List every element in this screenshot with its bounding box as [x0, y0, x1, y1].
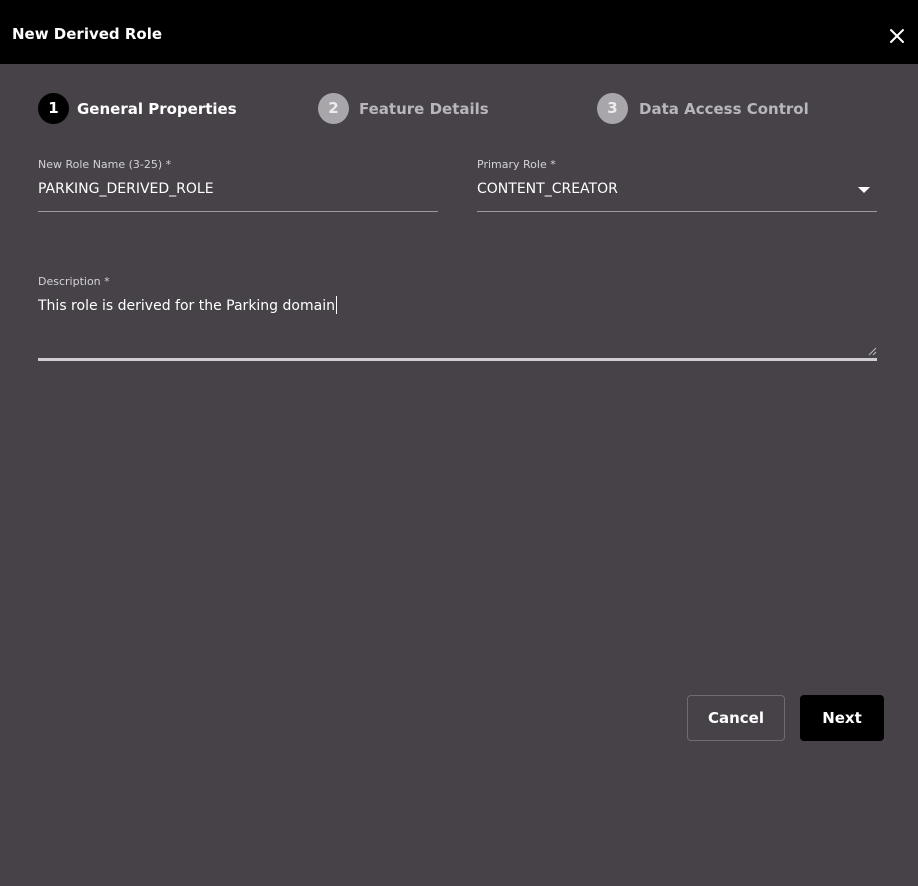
- step-number: 3: [597, 93, 628, 124]
- dialog-title: New Derived Role: [12, 25, 163, 43]
- description-text: This role is derived for the Parking dom…: [38, 298, 335, 314]
- primary-role-value[interactable]: CONTENT_CREATOR: [477, 179, 618, 199]
- description-value: This role is derived for the Parking dom…: [38, 296, 337, 316]
- role-name-input[interactable]: PARKING_DERIVED_ROLE: [38, 179, 214, 199]
- description-label: Description *: [38, 275, 110, 288]
- primary-role-select[interactable]: Primary Role * CONTENT_CREATOR: [477, 158, 877, 212]
- dialog-header: New Derived Role: [0, 0, 918, 64]
- new-derived-role-dialog: New Derived Role 1 General Properties 2 …: [0, 0, 918, 886]
- step-label: Feature Details: [359, 100, 489, 118]
- next-button[interactable]: Next: [800, 695, 884, 741]
- stepper: 1 General Properties 2 Feature Details 3…: [0, 93, 918, 125]
- close-icon: [890, 29, 904, 43]
- description-underline: [38, 358, 877, 361]
- cancel-button[interactable]: Cancel: [687, 695, 785, 741]
- close-button[interactable]: [884, 23, 910, 49]
- step-label: Data Access Control: [639, 100, 809, 118]
- step-label: General Properties: [77, 100, 237, 118]
- step-number: 2: [318, 93, 349, 124]
- description-textarea[interactable]: This role is derived for the Parking dom…: [38, 294, 877, 358]
- role-name-underline: [38, 211, 438, 212]
- text-caret: [335, 296, 337, 314]
- primary-role-label: Primary Role *: [477, 158, 556, 171]
- primary-role-underline: [477, 211, 877, 212]
- role-name-field[interactable]: New Role Name (3-25) * PARKING_DERIVED_R…: [38, 158, 438, 212]
- role-name-label: New Role Name (3-25) *: [38, 158, 172, 171]
- step-number: 1: [38, 93, 69, 124]
- resize-handle-icon[interactable]: [868, 347, 877, 356]
- chevron-down-icon[interactable]: [858, 187, 870, 193]
